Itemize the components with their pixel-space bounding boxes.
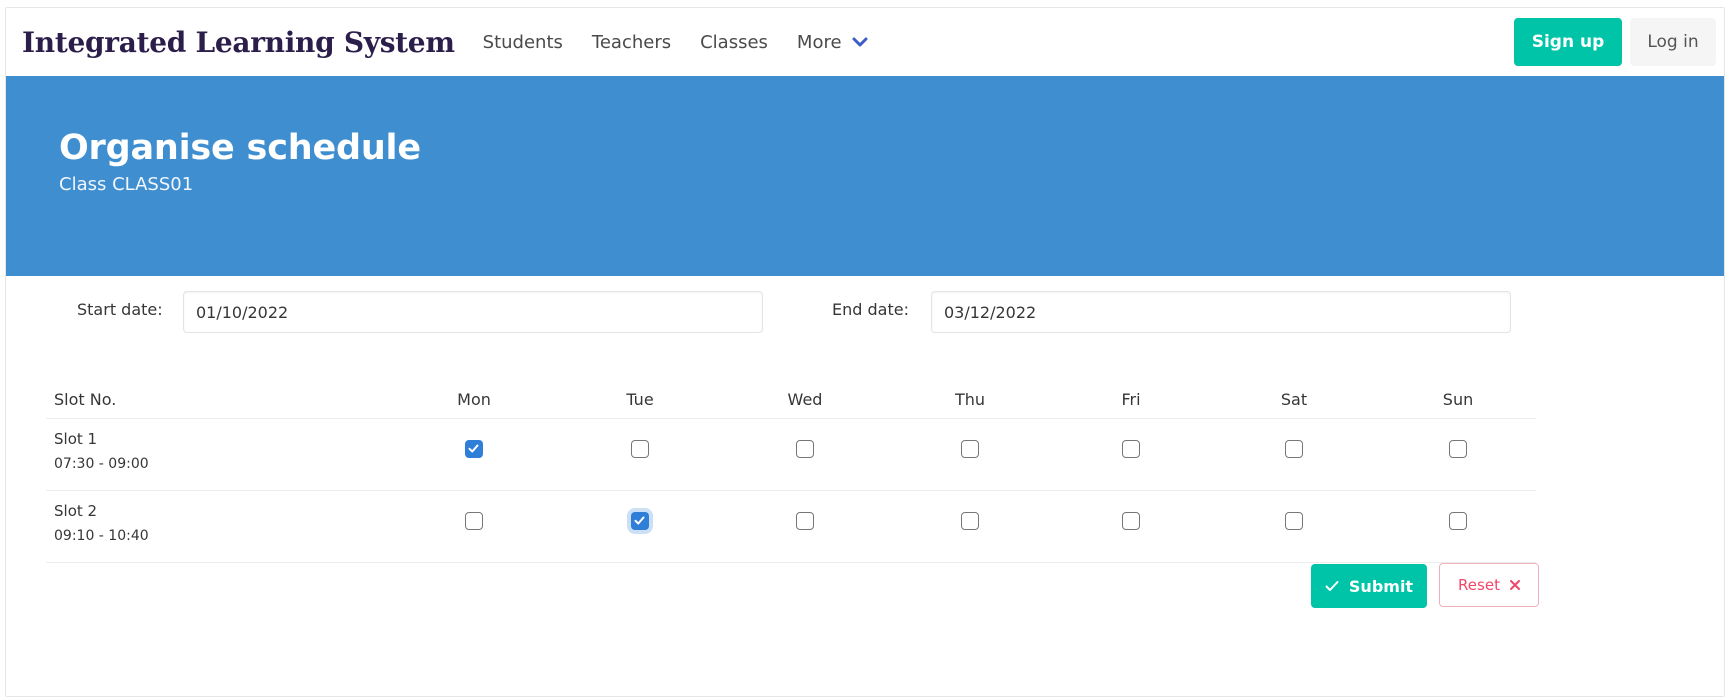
- start-date-label: Start date:: [77, 300, 163, 319]
- slot-column-header: Slot No.: [54, 390, 117, 409]
- checkbox-slot2-sun[interactable]: [1449, 512, 1467, 530]
- nav-students[interactable]: Students: [483, 32, 563, 53]
- check-icon: [1325, 580, 1339, 592]
- checkbox-slot1-mon[interactable]: [465, 440, 483, 458]
- checkbox-slot1-sat[interactable]: [1285, 440, 1303, 458]
- submit-label: Submit: [1348, 576, 1414, 596]
- day-header-wed: Wed: [787, 390, 823, 409]
- checkbox-slot1-wed[interactable]: [796, 440, 814, 458]
- day-header-sat: Sat: [1280, 390, 1308, 409]
- checkbox-slot1-fri[interactable]: [1122, 440, 1140, 458]
- page-subtitle: Class CLASS01: [59, 174, 194, 195]
- check-icon: [468, 444, 479, 453]
- nav-teachers[interactable]: Teachers: [592, 32, 671, 53]
- day-header-thu: Thu: [954, 390, 986, 409]
- checkbox-slot2-thu[interactable]: [961, 512, 979, 530]
- nav-classes[interactable]: Classes: [700, 32, 768, 53]
- checkbox-slot1-thu[interactable]: [961, 440, 979, 458]
- table-row: Slot 2 09:10 - 10:40: [46, 490, 1536, 563]
- checkbox-slot2-wed[interactable]: [796, 512, 814, 530]
- chevron-down-icon: [852, 33, 870, 51]
- slot-name: Slot 2: [54, 502, 98, 520]
- day-header-sun: Sun: [1442, 390, 1474, 409]
- page-title: Organise schedule: [59, 128, 421, 168]
- checkbox-slot2-fri[interactable]: [1122, 512, 1140, 530]
- nav-more-dropdown[interactable]: More: [797, 32, 870, 53]
- day-header-mon: Mon: [457, 390, 491, 409]
- slot-time: 07:30 - 09:00: [54, 456, 149, 472]
- navbar: Integrated Learning System Students Teac…: [6, 8, 1724, 76]
- hero-banner: Organise schedule Class CLASS01: [6, 76, 1724, 276]
- checkbox-slot1-tue[interactable]: [631, 440, 649, 458]
- end-date-input[interactable]: [931, 291, 1511, 333]
- submit-button[interactable]: Submit: [1311, 564, 1427, 608]
- end-date-label: End date:: [832, 300, 909, 319]
- reset-label: Reset: [1458, 576, 1500, 594]
- brand-logo[interactable]: Integrated Learning System: [22, 26, 455, 59]
- start-date-input[interactable]: [183, 291, 763, 333]
- day-header-tue: Tue: [626, 390, 654, 409]
- check-icon: [634, 516, 645, 525]
- sign-up-button[interactable]: Sign up: [1514, 18, 1622, 66]
- checkbox-slot2-tue[interactable]: [631, 512, 649, 530]
- checkbox-slot1-sun[interactable]: [1449, 440, 1467, 458]
- slot-time: 09:10 - 10:40: [54, 528, 149, 544]
- checkbox-slot2-mon[interactable]: [465, 512, 483, 530]
- reset-button[interactable]: Reset: [1439, 563, 1539, 607]
- schedule-table-header: Slot No. Mon Tue Wed Thu Fri Sat Sun: [46, 380, 1536, 419]
- checkbox-slot2-sat[interactable]: [1285, 512, 1303, 530]
- navbar-actions: Sign up Log in: [1514, 8, 1724, 76]
- nav-more-label: More: [796, 31, 842, 53]
- close-icon: [1509, 580, 1520, 590]
- log-in-button[interactable]: Log in: [1630, 18, 1716, 66]
- slot-name: Slot 1: [54, 430, 98, 448]
- table-row: Slot 1 07:30 - 09:00: [46, 418, 1536, 491]
- day-header-fri: Fri: [1121, 390, 1141, 409]
- app-frame: Integrated Learning System Students Teac…: [5, 7, 1725, 697]
